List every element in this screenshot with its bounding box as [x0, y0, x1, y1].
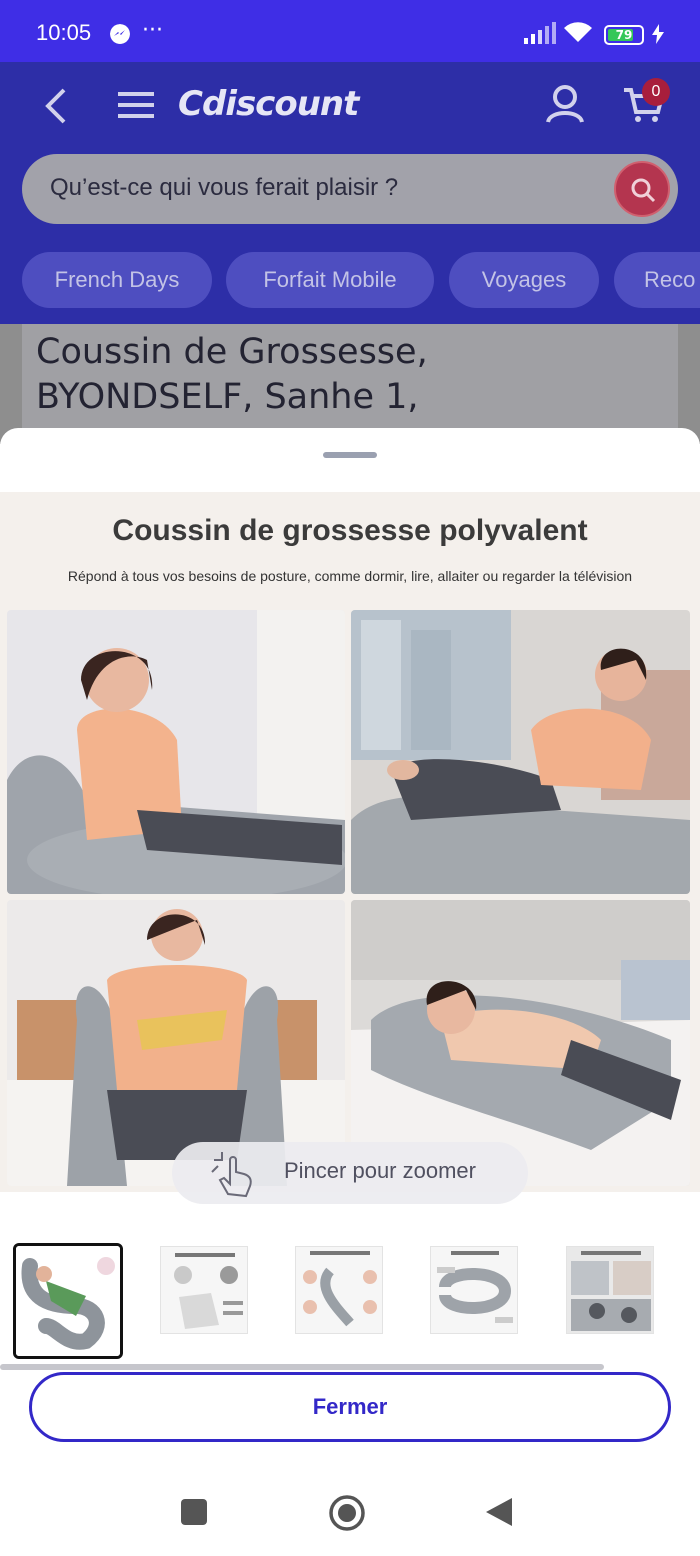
system-navigation-bar — [0, 1466, 700, 1556]
menu-icon[interactable] — [118, 90, 154, 120]
thumbnail-2[interactable] — [160, 1246, 248, 1334]
back-arrow-icon[interactable] — [42, 86, 70, 126]
back-icon[interactable] — [484, 1496, 514, 1528]
thumbnail-4[interactable] — [430, 1246, 518, 1334]
more-notifications-icon: ··· — [142, 18, 163, 43]
battery-icon: 79 — [604, 25, 644, 45]
recent-apps-icon[interactable] — [180, 1498, 208, 1526]
charging-icon — [652, 24, 664, 44]
category-chips: French Days Forfait Mobile Voyages Reco — [0, 252, 700, 310]
thumbnail-strip — [0, 1240, 700, 1360]
product-title-line1: Coussin de Grossesse, — [36, 332, 428, 372]
pinch-gesture-icon — [211, 1152, 252, 1198]
screen: 10:05 ··· 79 Cdiscount 0 Qu’est-ce qui v… — [0, 0, 700, 1556]
thumbnail-5-image — [567, 1247, 653, 1333]
sheet-drag-handle[interactable] — [323, 452, 377, 458]
pinch-to-zoom-text: Pincer pour zoomer — [284, 1158, 476, 1183]
signal-icon — [524, 22, 556, 44]
search-bar[interactable]: Qu’est-ce qui vous ferait plaisir ? — [22, 154, 678, 224]
thumbnail-2-image — [161, 1247, 247, 1333]
status-time: 10:05 — [36, 20, 92, 45]
thumbnail-3-image — [296, 1247, 382, 1333]
image-subheading: Répond à tous vos besoins de posture, co… — [67, 568, 633, 584]
app-header: Cdiscount 0 Qu’est-ce qui vous ferait pl… — [0, 62, 700, 324]
chip-french-days[interactable]: French Days — [22, 252, 212, 308]
image-heading: Coussin de grossesse polyvalent — [112, 514, 588, 547]
cart-count-badge: 0 — [642, 78, 670, 106]
thumbnail-3[interactable] — [295, 1246, 383, 1334]
status-bar: 10:05 ··· 79 — [0, 0, 700, 62]
account-icon[interactable] — [546, 84, 584, 124]
thumbnail-4-image — [431, 1247, 517, 1333]
chip-reco[interactable]: Reco — [614, 252, 700, 308]
thumbnail-1[interactable] — [13, 1243, 123, 1359]
search-button[interactable] — [614, 161, 670, 217]
search-icon — [631, 178, 656, 203]
thumbnail-1-image — [16, 1246, 120, 1356]
wifi-icon — [564, 22, 592, 42]
messenger-icon — [110, 24, 130, 44]
thumbnail-5[interactable] — [566, 1246, 654, 1334]
chip-voyages[interactable]: Voyages — [449, 252, 599, 308]
search-input[interactable]: Qu’est-ce qui vous ferait plaisir ? — [50, 174, 398, 202]
close-button[interactable]: Fermer — [29, 1372, 671, 1442]
home-icon[interactable] — [328, 1494, 366, 1532]
thumbnail-scrollbar[interactable] — [0, 1364, 604, 1370]
product-main-image[interactable]: Coussin de grossesse polyvalent Répond à… — [0, 492, 700, 1192]
product-title: Coussin de Grossesse, BYONDSELF, Sanhe 1… — [36, 330, 428, 420]
image-gallery-sheet: Coussin de grossesse polyvalent Répond à… — [0, 428, 700, 1556]
cdiscount-logo[interactable]: Cdiscount — [178, 84, 359, 124]
product-title-line2: BYONDSELF, Sanhe 1, — [36, 377, 419, 417]
battery-level: 79 — [615, 28, 633, 42]
photo-reclining-window — [351, 610, 690, 894]
chip-forfait-mobile[interactable]: Forfait Mobile — [226, 252, 434, 308]
photo-sitting-pillow — [7, 610, 345, 894]
pinch-to-zoom-hint: Pincer pour zoomer — [172, 1142, 528, 1204]
